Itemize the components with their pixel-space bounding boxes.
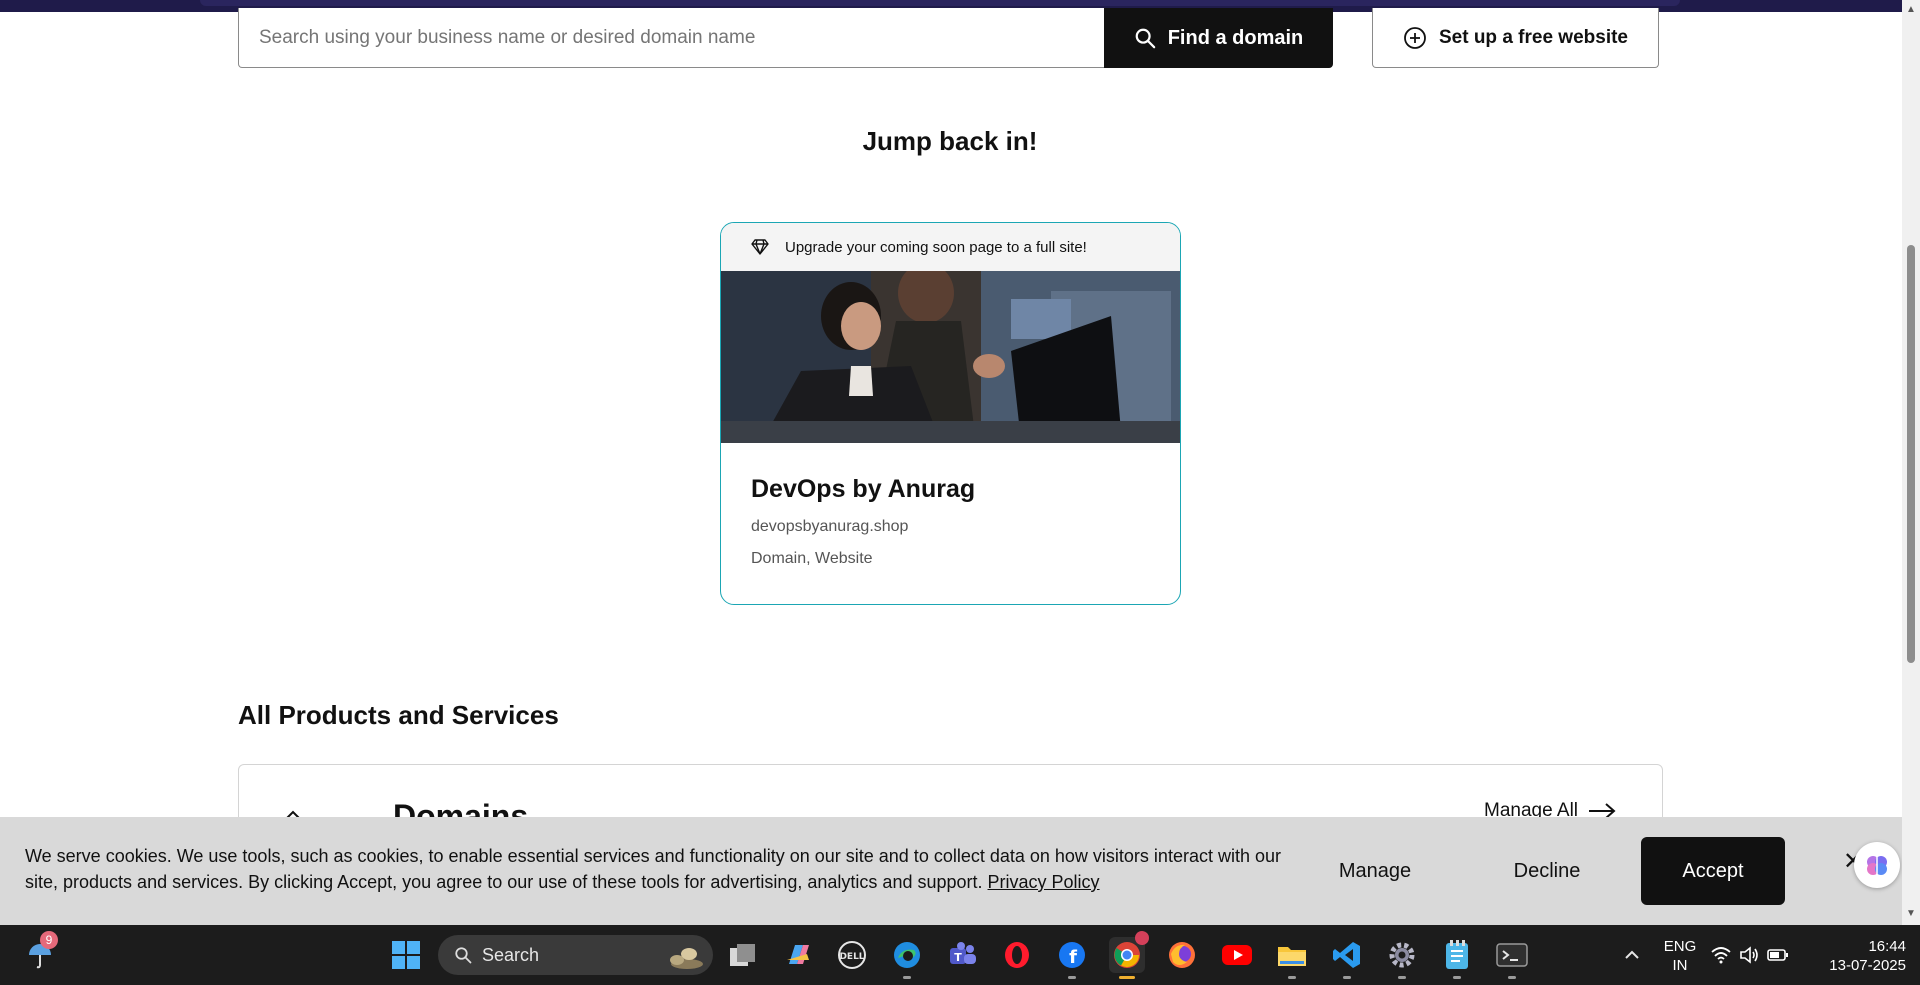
diamond-icon (751, 239, 769, 255)
language-top: ENG (1663, 938, 1697, 955)
dell-icon[interactable]: DELL (834, 937, 870, 973)
office-photo (721, 271, 1180, 443)
scroll-down-arrow-icon[interactable]: ▼ (1906, 908, 1916, 919)
products-section-title: All Products and Services (238, 700, 559, 730)
find-domain-label: Find a domain (1167, 26, 1304, 49)
privacy-policy-link[interactable]: Privacy Policy (988, 872, 1100, 892)
svg-text:DELL: DELL (839, 952, 864, 962)
notepad-running-dot (1453, 976, 1461, 979)
weather-umbrella-icon[interactable]: 9 (22, 931, 58, 973)
terminal-icon[interactable] (1494, 937, 1530, 979)
search-highlight-icon (670, 948, 703, 969)
clock[interactable]: 16:44 13-07-2025 (1810, 937, 1906, 975)
windows-taskbar: 9 Search DELL T f ENG IN 16:44 13-07-202… (0, 925, 1920, 985)
setup-free-website-label: Set up a free website (1438, 26, 1628, 48)
file-explorer-icon[interactable] (1274, 937, 1310, 979)
language-indicator[interactable]: ENG IN (1655, 937, 1705, 975)
taskbar-search[interactable]: Search (438, 935, 713, 975)
find-domain-button[interactable]: Find a domain (1104, 8, 1333, 68)
taskbar-search-icon (455, 947, 472, 964)
vscode-icon[interactable] (1329, 937, 1365, 979)
cookie-text: We serve cookies. We use tools, such as … (25, 843, 1285, 895)
chrome-active-dot (1119, 976, 1135, 979)
language-bottom: IN (1672, 957, 1688, 974)
site-name: DevOps by Anurag (751, 475, 976, 503)
site-card[interactable]: Upgrade your coming soon page to a full … (720, 222, 1181, 605)
youtube-icon[interactable] (1219, 937, 1255, 973)
facebook-icon[interactable]: f (1054, 937, 1090, 979)
vscode-running-dot (1343, 976, 1351, 979)
jump-back-title: Jump back in! (862, 126, 1038, 156)
svg-text:f: f (1069, 947, 1077, 968)
weather-badge: 9 (40, 931, 58, 949)
taskbar-search-label: Search (482, 944, 540, 965)
system-tray-status[interactable] (1710, 937, 1790, 973)
facebook-running-dot (1068, 976, 1076, 979)
page-scrollbar[interactable]: ▲ ▼ (1902, 0, 1920, 925)
domain-search-bar: Find a domain (238, 8, 1333, 68)
task-view-icon[interactable] (725, 937, 761, 973)
edge-running-dot (903, 976, 911, 979)
battery-icon (1767, 949, 1788, 961)
plus-circle-icon (1404, 26, 1426, 49)
firefox-icon[interactable] (1164, 937, 1200, 973)
scroll-up-arrow-icon[interactable]: ▲ (1906, 4, 1916, 15)
settings-icon[interactable] (1384, 937, 1420, 979)
wifi-icon (1711, 947, 1731, 964)
search-icon (1135, 28, 1155, 49)
clock-time: 16:44 (1868, 938, 1906, 955)
terminal-running-dot (1508, 976, 1516, 979)
ai-assistant-icon[interactable] (1854, 842, 1900, 888)
chrome-icon[interactable] (1109, 931, 1149, 979)
notepad-icon[interactable] (1439, 937, 1475, 979)
clock-date: 13-07-2025 (1829, 957, 1906, 974)
domain-search-input[interactable] (239, 8, 1104, 67)
site-preview-image (721, 271, 1180, 443)
cookie-manage-button[interactable]: Manage (1300, 837, 1450, 905)
edge-icon[interactable] (889, 937, 925, 979)
cookie-banner: We serve cookies. We use tools, such as … (0, 817, 1902, 925)
header-strip-inner (200, 0, 1680, 6)
copilot-icon[interactable] (780, 937, 816, 973)
opera-icon[interactable] (999, 937, 1035, 973)
cookie-accept-button[interactable]: Accept (1641, 837, 1785, 905)
setup-free-website-button[interactable]: Set up a free website (1372, 8, 1659, 68)
site-products: Domain, Website (751, 550, 873, 567)
teams-icon[interactable]: T (944, 937, 980, 973)
upgrade-banner[interactable]: Upgrade your coming soon page to a full … (721, 223, 1180, 271)
chrome-profile-badge (1135, 931, 1149, 945)
upgrade-banner-text: Upgrade your coming soon page to a full … (785, 238, 1087, 256)
windows-start-icon[interactable] (388, 937, 424, 973)
svg-text:T: T (954, 951, 962, 964)
site-domain: devopsbyanurag.shop (751, 518, 909, 535)
cookie-decline-button[interactable]: Decline (1472, 837, 1622, 905)
tray-chevron-up-icon[interactable] (1614, 937, 1650, 973)
settings-running-dot (1398, 976, 1406, 979)
explorer-running-dot (1288, 976, 1296, 979)
scroll-thumb[interactable] (1907, 245, 1915, 663)
volume-icon (1740, 946, 1758, 964)
